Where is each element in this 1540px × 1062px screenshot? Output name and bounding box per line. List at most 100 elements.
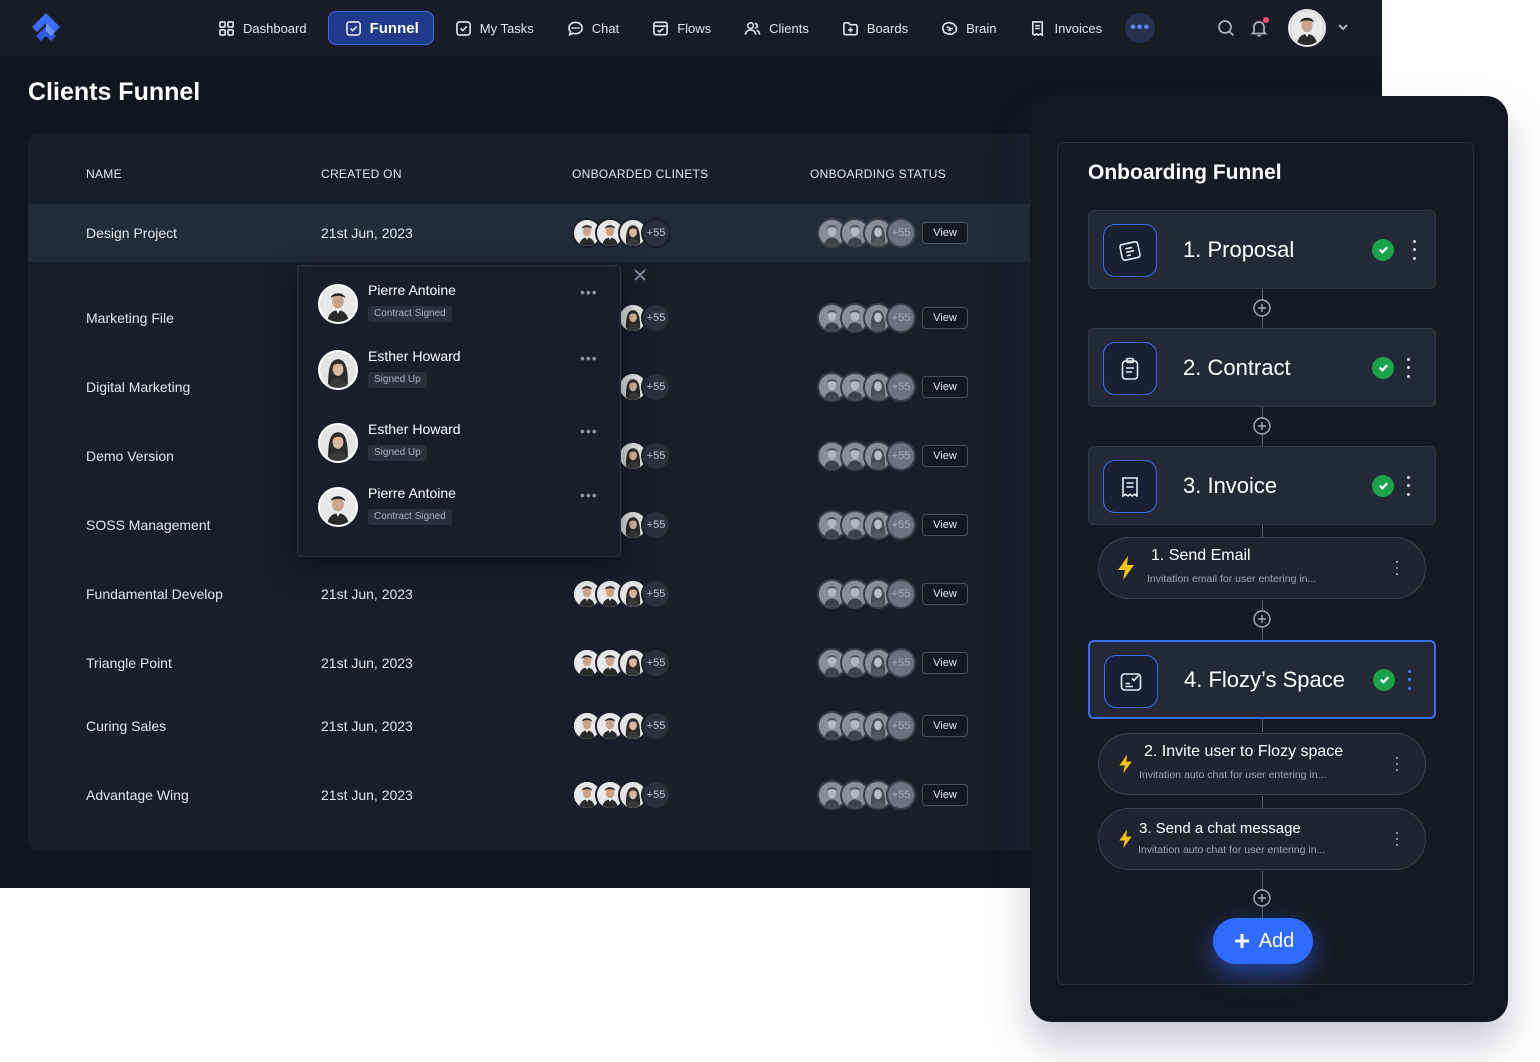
funnel-action-send-email[interactable]: 1. Send Email Invitation email for user …: [1098, 537, 1426, 599]
nav-boards[interactable]: Boards: [830, 11, 920, 45]
onboarded-clients-avatars[interactable]: +55: [572, 648, 671, 678]
action-menu-icon[interactable]: [1395, 832, 1399, 846]
add-step-icon[interactable]: [1252, 609, 1272, 629]
onboarded-clients-avatars[interactable]: +55: [572, 780, 671, 810]
table-row[interactable]: Advantage Wing 21st Jun, 2023 +55 +55 View: [28, 766, 1038, 824]
add-step-button[interactable]: Add: [1213, 918, 1313, 964]
nav-invoices[interactable]: Invoices: [1017, 11, 1114, 45]
popover-client-item[interactable]: Esther Howard Signed Up •••: [298, 417, 622, 473]
view-button[interactable]: View: [922, 376, 968, 398]
row-created-on: 21st Jun, 2023: [321, 718, 413, 734]
page-title: Clients Funnel: [28, 78, 201, 106]
row-created-on: 21st Jun, 2023: [321, 586, 413, 602]
nav-flows-label: Flows: [677, 20, 712, 36]
nav-my-tasks[interactable]: My Tasks: [443, 11, 546, 45]
onboarded-clients-avatars[interactable]: +55: [572, 579, 671, 609]
nav-clients[interactable]: Clients: [732, 11, 821, 45]
add-step-icon[interactable]: [1252, 416, 1272, 436]
view-button[interactable]: View: [922, 784, 968, 806]
action-subtitle: Invitation auto chat for user entering i…: [1138, 844, 1326, 856]
column-header-created[interactable]: CREATED ON: [321, 167, 402, 181]
step-menu-icon[interactable]: [1405, 357, 1411, 378]
app-logo-icon[interactable]: [28, 10, 64, 46]
step-menu-icon[interactable]: [1406, 669, 1412, 690]
funnel-step-flozy-space[interactable]: 4. Flozy’s Space: [1088, 640, 1436, 719]
nav-flows[interactable]: Flows: [640, 11, 723, 45]
nav-chat[interactable]: Chat: [555, 11, 631, 45]
popover-client-item[interactable]: Esther Howard Signed Up •••: [298, 344, 622, 400]
funnel-action-send-chat[interactable]: 3. Send a chat message Invitation auto c…: [1098, 808, 1426, 870]
table-row[interactable]: Triangle Point 21st Jun, 2023 +55 +55 View: [28, 634, 1038, 692]
view-button[interactable]: View: [922, 715, 968, 737]
client-name: Esther Howard: [368, 421, 461, 437]
step-menu-icon[interactable]: [1405, 475, 1411, 496]
chevron-down-icon[interactable]: [1336, 20, 1350, 34]
connector-line: [1262, 719, 1263, 732]
more-count-badge: +55: [886, 372, 916, 402]
more-count-badge: +55: [641, 579, 671, 609]
column-header-name[interactable]: NAME: [86, 167, 122, 181]
table-row[interactable]: Fundamental Develop 21st Jun, 2023 +55 +55 V…: [28, 565, 1038, 623]
action-menu-icon[interactable]: [1395, 561, 1399, 575]
view-button[interactable]: View: [922, 445, 968, 467]
nav-brain[interactable]: Brain: [929, 11, 1008, 45]
more-count-badge: +55: [641, 648, 671, 678]
funnel-step-contract[interactable]: 2. Contract: [1088, 328, 1436, 407]
funnel-action-invite-user[interactable]: 2. Invite user to Flozy space Invitation…: [1098, 733, 1426, 795]
more-count-badge: +55: [886, 303, 916, 333]
onboarded-clients-avatars[interactable]: +55: [572, 711, 671, 741]
more-options-icon[interactable]: •••: [580, 284, 598, 300]
chat-bubble-icon: [567, 21, 583, 36]
notification-dot: [1263, 17, 1269, 23]
popover-client-item[interactable]: Pierre Antoine Contract Signed •••: [298, 481, 622, 537]
more-count-badge: +55: [641, 303, 671, 333]
onboarding-status-avatars: +55: [817, 579, 916, 609]
nav-brain-label: Brain: [966, 20, 997, 36]
step-menu-icon[interactable]: [1411, 239, 1417, 260]
step-label: 3. Invoice: [1183, 472, 1278, 498]
funnel-step-invoice[interactable]: 3. Invoice: [1088, 446, 1436, 525]
bell-icon[interactable]: [1249, 17, 1269, 38]
more-options-icon[interactable]: •••: [580, 487, 598, 503]
close-icon[interactable]: [632, 267, 648, 283]
onboarded-clients-avatars[interactable]: +55: [572, 218, 671, 248]
view-button[interactable]: View: [922, 514, 968, 536]
view-button[interactable]: View: [922, 652, 968, 674]
funnel-title: Onboarding Funnel: [1088, 161, 1282, 184]
step-label: 4. Flozy’s Space: [1184, 666, 1346, 692]
more-nav-button[interactable]: •••: [1125, 13, 1156, 43]
plus-icon: [1234, 934, 1249, 948]
column-header-status[interactable]: ONBOARDING STATUS: [810, 167, 946, 181]
search-icon[interactable]: [1216, 18, 1236, 38]
view-button[interactable]: View: [922, 307, 968, 329]
view-button[interactable]: View: [922, 583, 968, 605]
client-name: Pierre Antoine: [368, 282, 456, 298]
check-square-icon: [455, 20, 471, 36]
nav-dashboard[interactable]: Dashboard: [206, 11, 319, 45]
row-name: Digital Marketing: [86, 379, 191, 395]
table-row[interactable]: Curing Sales 21st Jun, 2023 +55 +55 View: [28, 697, 1038, 755]
more-options-icon[interactable]: •••: [580, 423, 598, 439]
view-button[interactable]: View: [922, 222, 968, 244]
brain-icon: [941, 21, 958, 35]
funnel-step-proposal[interactable]: 1. Proposal: [1088, 210, 1436, 289]
column-header-onboarded[interactable]: ONBOARDED CLINETS: [572, 167, 708, 181]
lightning-icon: [1119, 754, 1132, 774]
folder-plus-icon: [842, 21, 858, 35]
add-step-icon[interactable]: [1252, 298, 1272, 318]
more-count-badge: +55: [886, 648, 916, 678]
onboarding-status-avatars: +55: [817, 441, 916, 471]
onboarding-status-avatars: +55: [817, 780, 916, 810]
nav-funnel[interactable]: Funnel: [327, 11, 434, 45]
connector-line: [1262, 796, 1263, 808]
add-step-icon[interactable]: [1252, 888, 1272, 908]
table-row[interactable]: Design Project 21st Jun, 2023 +55 +55 View: [28, 204, 1038, 262]
nav-invoices-label: Invoices: [1054, 20, 1103, 36]
user-avatar[interactable]: [1288, 9, 1326, 47]
popover-client-item[interactable]: Pierre Antoine Contract Signed •••: [298, 278, 622, 334]
more-options-icon[interactable]: •••: [580, 350, 598, 366]
status-badge: Signed Up: [368, 445, 427, 461]
check-square-icon: [345, 20, 361, 36]
client-avatar: [318, 284, 358, 324]
action-menu-icon[interactable]: [1395, 757, 1399, 771]
